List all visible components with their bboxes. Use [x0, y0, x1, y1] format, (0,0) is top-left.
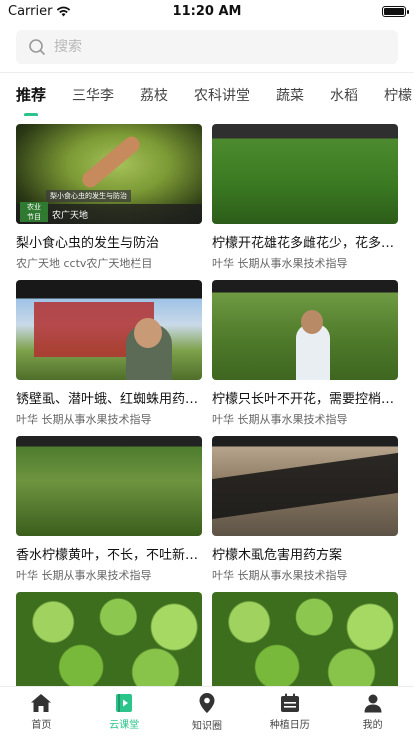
tab-recommended[interactable]: 推荐 — [16, 84, 46, 105]
nav-calendar[interactable]: 种植日历 — [248, 687, 331, 736]
video-thumbnail[interactable] — [212, 592, 398, 692]
nav-profile-label: 我的 — [362, 719, 383, 731]
nav-knowledge[interactable]: 知识圈 — [166, 687, 249, 736]
home-icon — [31, 693, 52, 712]
video-author: 叶华 长期从事水果技术指导 — [16, 569, 152, 582]
video-card[interactable]: 香水柠檬黄叶，不长，不吐新梢用药方法 叶华 长期从事水果技术指导 — [16, 436, 202, 592]
thumbnail-caption: 梨小食心虫的发生与防治 — [46, 190, 131, 202]
video-book-icon — [116, 693, 133, 712]
tab-sanhua-plum[interactable]: 三华李 — [72, 85, 114, 105]
video-title[interactable]: 香水柠檬黄叶，不长，不吐新梢用药方法 — [16, 544, 202, 563]
wifi-icon — [57, 6, 71, 16]
video-thumbnail[interactable] — [212, 124, 398, 224]
tab-lychee[interactable]: 荔枝 — [140, 85, 168, 105]
search-bar[interactable] — [16, 30, 398, 64]
nav-cloud-class[interactable]: 云课堂 — [83, 687, 166, 736]
tab-rice[interactable]: 水稻 — [330, 85, 358, 105]
video-title[interactable]: 柠檬只长叶不开花，需要控梢促花 — [212, 388, 398, 407]
nav-cloud-class-label: 云课堂 — [109, 719, 140, 731]
thumbnail-worm — [79, 133, 143, 191]
video-thumbnail[interactable] — [16, 280, 202, 380]
video-thumbnail[interactable] — [212, 280, 398, 380]
video-author: 叶华 长期从事水果技术指导 — [16, 413, 152, 426]
video-thumbnail[interactable] — [16, 592, 202, 692]
video-author: 叶华 长期从事水果技术指导 — [212, 257, 348, 270]
nav-home[interactable]: 首页 — [0, 687, 83, 736]
nav-profile[interactable]: 我的 — [331, 687, 414, 736]
tab-lemon[interactable]: 柠檬 — [384, 85, 412, 105]
thumbnail-logo: 农业 节目 — [20, 202, 48, 222]
status-time: 11:20 AM — [172, 3, 242, 19]
location-pin-icon — [199, 692, 215, 713]
video-card[interactable]: 锈壁虱、潜叶蛾、红蜘蛛用药方法 叶华 长期从事水果技术指导 — [16, 280, 202, 436]
battery-icon — [382, 5, 409, 17]
video-thumbnail[interactable]: 梨小食心虫的发生与防治 农广天地 农业 节目 — [16, 124, 202, 224]
video-card[interactable]: 柠檬开花雄花多雌花少，花多没果现象该怎么办 叶华 长期从事水果技术指导 — [212, 124, 398, 280]
thumbnail-person-head — [134, 318, 162, 348]
video-thumbnail[interactable] — [212, 436, 398, 536]
nav-knowledge-label: 知识圈 — [191, 720, 222, 732]
calendar-icon — [280, 693, 299, 712]
thumbnail-person-head — [301, 310, 323, 334]
video-title[interactable]: 柠檬木虱危害用药方案 — [212, 544, 398, 563]
video-thumbnail[interactable] — [16, 436, 202, 536]
video-author: 叶华 长期从事水果技术指导 — [212, 413, 348, 426]
person-icon — [364, 694, 382, 712]
tab-vegetables[interactable]: 蔬菜 — [276, 85, 304, 105]
bottom-tab-bar: 首页 云课堂 知识圈 种植日历 我的 — [0, 686, 414, 736]
video-title[interactable]: 锈壁虱、潜叶蛾、红蜘蛛用药方法 — [16, 388, 202, 407]
video-author: 叶华 长期从事水果技术指导 — [212, 569, 348, 582]
video-grid: 梨小食心虫的发生与防治 农广天地 农业 节目 梨小食心虫的发生与防治 农广天地 … — [16, 124, 398, 736]
thumbnail-ground-film — [212, 452, 398, 520]
status-bar: Carrier 11:20 AM — [0, 0, 414, 22]
video-card[interactable]: 柠檬木虱危害用药方案 叶华 长期从事水果技术指导 — [212, 436, 398, 592]
video-title[interactable]: 柠檬开花雄花多雌花少，花多没果现象该怎么办 — [212, 232, 398, 251]
video-card[interactable]: 柠檬只长叶不开花，需要控梢促花 叶华 长期从事水果技术指导 — [212, 280, 398, 436]
video-author: 农广天地 cctv农广天地栏目 — [16, 257, 153, 270]
nav-home-label: 首页 — [31, 719, 52, 731]
video-card[interactable]: 梨小食心虫的发生与防治 农广天地 农业 节目 梨小食心虫的发生与防治 农广天地 … — [16, 124, 202, 280]
carrier-label: Carrier — [8, 3, 53, 19]
tab-agri-lecture[interactable]: 农科讲堂 — [194, 85, 250, 105]
category-tabs: 推荐 三华李 荔枝 农科讲堂 蔬菜 水稻 柠檬 — [0, 72, 414, 116]
search-icon — [29, 39, 45, 55]
search-input[interactable] — [54, 39, 354, 55]
video-title[interactable]: 梨小食心虫的发生与防治 — [16, 232, 202, 251]
status-right — [266, 5, 409, 17]
status-left: Carrier — [8, 4, 148, 19]
nav-calendar-label: 种植日历 — [269, 719, 310, 731]
